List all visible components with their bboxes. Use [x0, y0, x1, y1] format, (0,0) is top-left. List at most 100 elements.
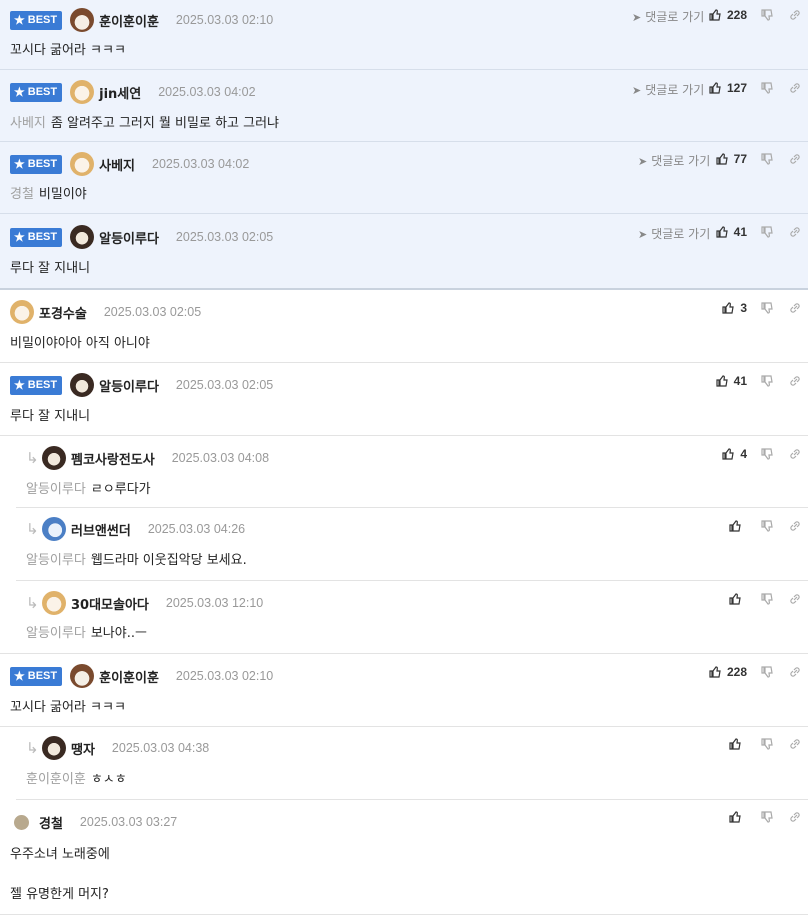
dark-dog-avatar[interactable] [70, 373, 95, 397]
comment: ★ BEST 알등이루다 2025.03.03 02:05 41 루다 잘 지내니 [0, 363, 808, 436]
reply-mention[interactable]: 알등이루다 [26, 553, 86, 568]
goto-comment-link[interactable]: ➤ 댓글로 가기 [638, 152, 710, 169]
dark-dog-avatar[interactable] [42, 736, 66, 760]
like-button[interactable]: 127 [709, 81, 747, 95]
dark-dog-avatar[interactable] [70, 225, 95, 249]
comment-date: 2025.03.03 02:05 [175, 230, 274, 244]
reply-mention[interactable]: 경철 [10, 187, 34, 202]
like-count: 41 [733, 225, 747, 239]
link-icon[interactable] [789, 9, 801, 21]
fox-avatar[interactable] [70, 80, 95, 104]
link-icon[interactable] [789, 738, 801, 750]
fox-avatar[interactable] [10, 300, 34, 324]
reply-arrow-icon: ↳ [26, 520, 39, 538]
comment-author[interactable]: 사베지 [99, 155, 135, 174]
send-arrow-icon: ➤ [632, 84, 642, 97]
thumbs-down-icon[interactable] [761, 153, 773, 165]
link-icon[interactable] [789, 375, 801, 387]
thumbs-up-icon [722, 302, 735, 314]
comment-text: 사베지 좀 알려주고 그러지 뭘 비밀로 하고 그러냐 [10, 116, 280, 131]
comment-date: 2025.03.03 04:08 [171, 451, 270, 465]
thumbs-down-icon[interactable] [761, 302, 773, 314]
like-count: 41 [733, 374, 747, 388]
link-icon[interactable] [789, 666, 801, 678]
like-button[interactable]: 228 [709, 8, 747, 22]
like-button[interactable]: 77 [716, 152, 747, 166]
comment-author[interactable]: 포경수술 [39, 303, 87, 322]
thumbs-up-icon [729, 738, 741, 750]
comment-author[interactable]: 30대모솔아다 [71, 594, 149, 613]
thumbs-up-icon [722, 448, 735, 460]
best-badge: ★ BEST [10, 10, 63, 30]
like-button[interactable] [729, 738, 747, 750]
reply-comment: ↳ 30대모솔아다 2025.03.03 12:10 알등이루다 보나야..ㅡ [0, 581, 808, 654]
goto-comment-link[interactable]: ➤ 댓글로 가기 [638, 225, 710, 242]
like-button[interactable]: 4 [722, 447, 747, 461]
best-badge: ★ BEST [10, 154, 63, 174]
thumbs-down-icon[interactable] [761, 448, 773, 460]
dog-avatar[interactable] [70, 664, 95, 688]
thumbs-down-icon[interactable] [761, 593, 773, 605]
link-icon[interactable] [789, 153, 801, 165]
link-icon[interactable] [789, 226, 801, 238]
round-avatar[interactable] [14, 814, 29, 830]
like-button[interactable]: 228 [709, 665, 747, 679]
link-icon[interactable] [789, 520, 801, 532]
thumbs-down-icon[interactable] [761, 9, 773, 21]
thumbs-down-icon[interactable] [761, 738, 773, 750]
comment-date: 2025.03.03 04:02 [152, 157, 250, 171]
comment: 경철 2025.03.03 03:27 우주소녀 노래중에 젤 유명한게 머지? [0, 800, 808, 915]
reply-mention[interactable]: 훈이훈이훈 [26, 772, 86, 787]
thumbs-up-icon [709, 666, 721, 678]
star-icon: ★ [14, 668, 25, 683]
fox-avatar[interactable] [70, 152, 95, 176]
dog-avatar[interactable] [70, 8, 95, 32]
dark-dog-avatar[interactable] [42, 446, 66, 470]
thumbs-down-icon[interactable] [761, 666, 773, 678]
comment-author[interactable]: 경철 [39, 813, 63, 832]
link-icon[interactable] [789, 302, 801, 314]
best-label: BEST [27, 378, 58, 391]
reply-mention[interactable]: 사베지 [10, 116, 46, 131]
thumbs-down-icon[interactable] [761, 82, 773, 94]
thumbs-up-icon [716, 153, 728, 165]
comment-author[interactable]: 알등이루다 [99, 228, 159, 247]
like-count: 77 [733, 152, 747, 166]
goto-comment-link[interactable]: ➤ 댓글로 가기 [632, 81, 704, 98]
best-comment: ★ BEST 알등이루다 2025.03.03 02:05 ➤ 댓글로 가기 41 … [0, 214, 808, 290]
like-button[interactable]: 41 [716, 374, 747, 388]
comment-author[interactable]: 펨코사랑전도사 [71, 449, 155, 468]
like-button[interactable] [729, 520, 747, 532]
like-count: 3 [740, 301, 747, 315]
like-button[interactable] [729, 811, 747, 823]
link-icon[interactable] [789, 593, 801, 605]
best-label: BEST [27, 230, 58, 243]
comment-date: 2025.03.03 02:05 [103, 305, 202, 319]
comment-author[interactable]: 알등이루다 [99, 376, 159, 395]
like-count: 228 [726, 8, 747, 22]
like-button[interactable]: 3 [722, 301, 747, 315]
comment-author[interactable]: jin세연 [99, 83, 141, 102]
comment-author[interactable]: 훈이훈이훈 [99, 667, 159, 686]
comment-text: 알등이루다 웹드라마 이웃집악당 보세요. [26, 553, 247, 568]
comment-author[interactable]: 훈이훈이훈 [99, 11, 159, 30]
thumbs-down-icon[interactable] [761, 520, 773, 532]
goto-comment-link[interactable]: ➤ 댓글로 가기 [632, 8, 704, 25]
best-comment: ★ BEST 사베지 2025.03.03 04:02 ➤ 댓글로 가기 77 경철… [0, 142, 808, 214]
like-count: 228 [726, 665, 747, 679]
like-button[interactable] [729, 593, 747, 605]
thumbs-down-icon[interactable] [761, 375, 773, 387]
comment-author[interactable]: 땡자 [71, 739, 95, 758]
thumbs-down-icon[interactable] [761, 811, 773, 823]
best-label: BEST [27, 13, 58, 26]
link-icon[interactable] [789, 82, 801, 94]
reply-mention[interactable]: 알등이루다 [26, 626, 86, 641]
link-icon[interactable] [789, 811, 801, 823]
like-button[interactable]: 41 [716, 225, 747, 239]
comment-author[interactable]: 러브앤썬더 [71, 520, 131, 539]
link-icon[interactable] [789, 448, 801, 460]
reply-mention[interactable]: 알등이루다 [26, 482, 86, 497]
fox-avatar[interactable] [42, 591, 66, 615]
blue-avatar[interactable] [42, 517, 66, 541]
thumbs-down-icon[interactable] [761, 226, 773, 238]
